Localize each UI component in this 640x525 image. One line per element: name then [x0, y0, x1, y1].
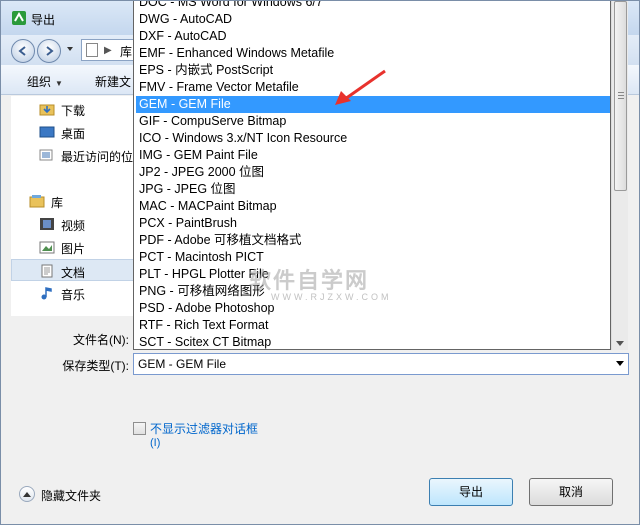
desktop-icon — [39, 126, 55, 138]
no-filter-dialog-label: 不显示过滤器对话框 — [150, 422, 259, 436]
grip-line — [618, 98, 624, 99]
dropdown-option[interactable]: GIF - CompuServe Bitmap — [136, 113, 610, 130]
window-title: 导出 — [31, 13, 56, 27]
sidebar-item-music[interactable]: 音乐 — [11, 282, 137, 304]
sidebar-item-label: 桌面 — [61, 127, 86, 141]
annotation-arrow-icon — [335, 69, 386, 105]
new-folder-button[interactable]: 新建文 — [95, 73, 131, 90]
no-filter-dialog-option[interactable]: 不显示过滤器对话框 (I) — [133, 419, 333, 453]
sidebar-item-desktop[interactable]: 桌面 — [11, 121, 137, 143]
collapse-circle — [19, 486, 35, 502]
filetype-select[interactable]: GEM - GEM File — [133, 353, 629, 375]
grip-line — [618, 95, 624, 96]
watermark-url: WWW.RJZXW.COM — [271, 292, 392, 302]
recent-places-icon — [39, 149, 53, 161]
dropdown-option[interactable]: PCT - Macintosh PICT — [136, 249, 610, 266]
download-folder-icon — [39, 104, 55, 116]
dropdown-option[interactable]: EMF - Enhanced Windows Metafile — [136, 45, 610, 62]
dropdown-option[interactable]: PLT - HPGL Plotter File — [136, 266, 610, 283]
forward-arrow-icon — [46, 46, 54, 56]
chevron-up-icon — [23, 492, 31, 497]
dropdown-option[interactable]: MAC - MACPaint Bitmap — [136, 198, 610, 215]
dropdown-option[interactable]: PCX - PaintBrush — [136, 215, 610, 232]
no-filter-dialog-checkbox[interactable] — [133, 422, 146, 435]
sidebar-item-videos[interactable]: 视频 — [11, 213, 137, 235]
dropdown-scrollbar[interactable] — [611, 1, 628, 350]
dropdown-option[interactable]: JP2 - JPEG 2000 位图 — [136, 164, 610, 181]
dropdown-option[interactable]: PDF - Adobe 可移植文档格式 — [136, 232, 610, 249]
library-icon — [29, 195, 45, 208]
sidebar-item-label: 视频 — [61, 219, 86, 233]
sidebar-item-recent-places[interactable]: 最近访问的位置 — [11, 144, 145, 166]
sidebar-item-libraries[interactable]: 库 — [11, 190, 137, 212]
sidebar-item-label: 图片 — [61, 242, 86, 256]
dropdown-option[interactable]: DOC - MS Word for Windows 6/7 — [136, 1, 610, 11]
cancel-button[interactable]: 取消 — [529, 478, 613, 506]
organize-label: 组织 — [27, 75, 52, 89]
dropdown-option[interactable]: IMG - GEM Paint File — [136, 147, 610, 164]
hide-folders-label: 隐藏文件夹 — [41, 489, 102, 503]
sidebar-item-downloads[interactable]: 下载 — [11, 98, 137, 120]
export-dialog: 导出 ▶ 库 组织 ▼ 新建文 下载 桌面 最近访问的位置 库 视频 图片 文档… — [0, 0, 640, 525]
pictures-icon — [39, 241, 55, 254]
dropdown-option[interactable]: SCT - Scitex CT Bitmap — [136, 334, 610, 349]
sidebar-item-label: 音乐 — [61, 288, 86, 302]
back-arrow-icon — [18, 46, 26, 56]
sidebar-item-pictures[interactable]: 图片 — [11, 236, 137, 258]
dropdown-option[interactable]: RTF - Rich Text Format — [136, 317, 610, 334]
dropdown-option[interactable]: DXF - AutoCAD — [136, 28, 610, 45]
watermark-logo: 软件自学网 — [249, 268, 370, 293]
breadcrumb[interactable]: 库 — [120, 43, 132, 60]
breadcrumb-separator-icon: ▶ — [104, 45, 112, 56]
filetype-value: GEM - GEM File — [138, 357, 227, 371]
grip-line — [618, 92, 624, 93]
filename-label: 文件名(N): — [73, 333, 129, 347]
dialog-footer: 隐藏文件夹 导出 取消 — [1, 468, 639, 524]
sidebar-item-label: 库 — [51, 196, 64, 210]
back-button[interactable] — [11, 39, 35, 63]
sidebar-item-label: 文档 — [61, 266, 86, 280]
dropdown-option[interactable]: JPG - JPEG 位图 — [136, 181, 610, 198]
dropdown-option[interactable]: PSD - Adobe Photoshop — [136, 300, 610, 317]
chevron-down-icon — [616, 361, 624, 366]
video-icon — [40, 218, 54, 230]
export-button[interactable]: 导出 — [429, 478, 513, 506]
sidebar-item-label: 下载 — [61, 104, 86, 118]
library-page-icon — [86, 43, 98, 57]
scrollbar-thumb[interactable] — [614, 1, 627, 191]
documents-icon — [41, 264, 53, 278]
scroll-down-arrow-icon[interactable] — [616, 341, 624, 346]
dropdown-option[interactable]: DWG - AutoCAD — [136, 11, 610, 28]
forward-button[interactable] — [37, 39, 61, 63]
sidebar-item-documents[interactable]: 文档 — [11, 259, 137, 281]
navigation-pane: 下载 桌面 最近访问的位置 库 视频 图片 文档 音乐 — [11, 96, 145, 316]
dropdown-option[interactable]: ICO - Windows 3.x/NT Icon Resource — [136, 130, 610, 147]
organize-chevron-icon: ▼ — [55, 79, 63, 88]
filetype-label: 保存类型(T): — [62, 359, 129, 373]
app-icon — [12, 11, 26, 25]
organize-button[interactable]: 组织 ▼ — [27, 73, 63, 90]
recent-locations-chevron-icon[interactable] — [65, 44, 75, 54]
music-icon — [41, 287, 52, 300]
no-filter-dialog-shortcut: (I) — [150, 437, 161, 449]
